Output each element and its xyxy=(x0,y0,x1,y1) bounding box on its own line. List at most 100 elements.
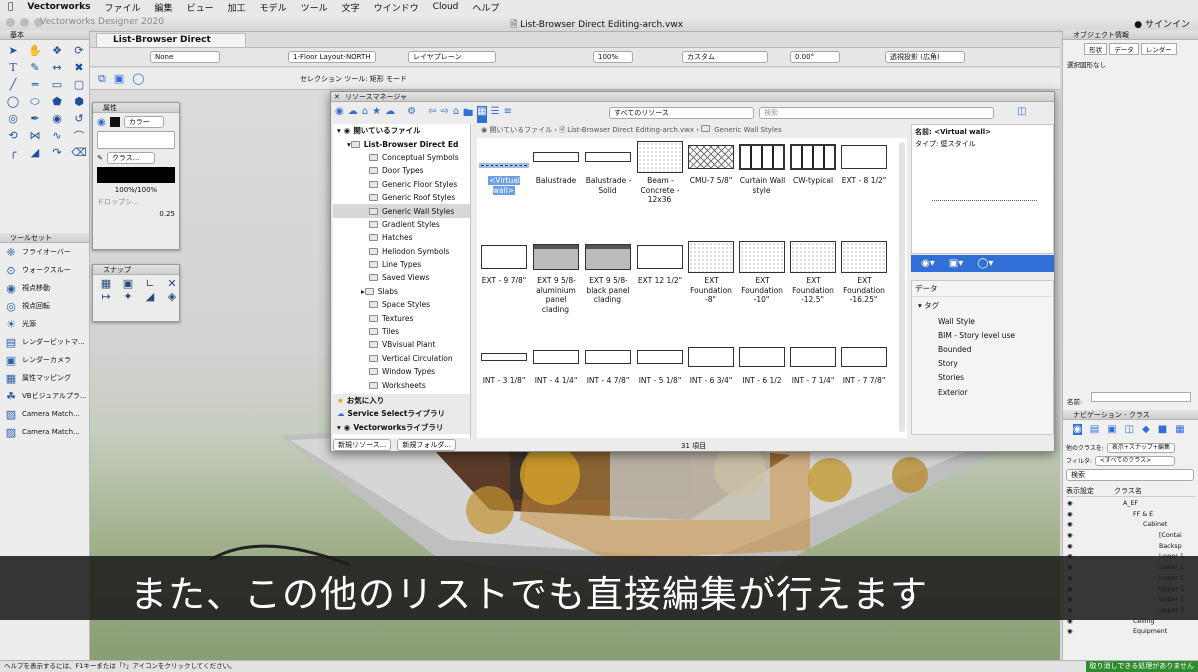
class-row[interactable]: ◉ [Contai xyxy=(1063,532,1198,543)
library-icon[interactable]: ◉ xyxy=(335,106,344,123)
class-row[interactable]: ◉ A_EF xyxy=(1063,500,1198,511)
close-window-button[interactable] xyxy=(6,18,15,27)
resource-item[interactable]: <Virtual wall> xyxy=(479,138,529,195)
grid-scrollbar[interactable] xyxy=(899,142,905,432)
tree-folder[interactable]: Line Types xyxy=(333,258,470,271)
tag-item[interactable]: Bounded xyxy=(912,342,1053,356)
tree-folder[interactable]: Worksheets xyxy=(333,378,470,391)
angle-field[interactable]: 0.00° xyxy=(790,51,840,63)
tree-folder[interactable]: Gradient Styles xyxy=(333,218,470,231)
list-view-icon[interactable]: ☰ xyxy=(491,106,500,123)
menu-view[interactable]: ビュー xyxy=(187,1,214,14)
col-visibility-header[interactable]: 表示設定 xyxy=(1066,486,1094,496)
resource-item[interactable]: INT - 3 1/8" xyxy=(479,338,529,386)
pen-style-dropdown[interactable]: クラス... xyxy=(106,152,155,164)
tag-item[interactable]: Story xyxy=(912,357,1053,371)
tree-folder[interactable]: Generic Roof Styles xyxy=(333,191,470,204)
resource-item[interactable]: INT - 4 1/4" xyxy=(531,338,581,386)
fillet-tool-icon[interactable]: ╭ xyxy=(2,144,24,161)
class-search-input[interactable]: 検索 xyxy=(1066,469,1194,481)
toolset-item[interactable]: ☘ VBビジュアルプラ... xyxy=(0,387,89,405)
tree-folder[interactable]: Space Styles xyxy=(333,298,470,311)
menu-modify[interactable]: 加工 xyxy=(228,1,246,14)
eye-icon[interactable]: ◉ xyxy=(1067,543,1073,550)
rect-mode-icon[interactable]: ▣ xyxy=(114,72,124,86)
tree-folder[interactable]: ▸ Slabs xyxy=(333,285,470,298)
rpolygon-tool-icon[interactable]: ⬢ xyxy=(68,93,90,110)
flyover-tool-icon[interactable]: ❖ xyxy=(46,42,68,59)
oval-tool-icon[interactable]: ⬭ xyxy=(24,93,46,110)
zoom-dropdown[interactable]: 100% xyxy=(593,51,633,63)
breadcrumb-item[interactable]: List-Browser Direct Editing-arch.vwx xyxy=(567,126,694,134)
breadcrumb-item[interactable]: 開いているファイル xyxy=(489,126,552,134)
forward-icon[interactable]: ⇨ xyxy=(440,106,448,123)
toolset-item[interactable]: ▤ レンダービットマ... xyxy=(0,333,89,351)
close-palette-icon[interactable]: ✕ xyxy=(334,92,340,102)
polygon-tool-icon[interactable]: ⬟ xyxy=(46,93,68,110)
new-folder-button[interactable]: 新規フォルダ... xyxy=(397,439,457,451)
callout-tool-icon[interactable]: ✎ xyxy=(24,59,46,76)
tree-favorites[interactable]: ★ お気に入り xyxy=(333,393,470,408)
selection-mode-icon[interactable]: ⧉ xyxy=(98,72,106,86)
document-tab[interactable]: List-Browser Direct Editing-... xyxy=(96,33,246,58)
nav-class-icon[interactable]: ◉ xyxy=(1073,424,1082,435)
tree-folder[interactable]: Generic Wall Styles xyxy=(333,204,470,218)
tree-folder[interactable]: Textures xyxy=(333,311,470,324)
preview-bg-icon[interactable]: ◯▾ xyxy=(977,258,993,269)
eye-icon[interactable]: ◉ xyxy=(1067,628,1073,635)
nav-symbol-icon[interactable]: ■ xyxy=(1158,424,1167,435)
offset-tool-icon[interactable]: ⟲ xyxy=(2,127,24,144)
dimension-tool-icon[interactable]: ↔ xyxy=(46,59,68,76)
eye-icon[interactable]: ◉ xyxy=(1067,532,1073,539)
tab-render[interactable]: レンダー xyxy=(1140,43,1177,55)
tree-folder[interactable]: Heliodon Symbols xyxy=(333,245,470,258)
resource-type-filter[interactable]: すべてのリソース xyxy=(609,107,754,119)
layout-toggle-icon[interactable]: ◫ xyxy=(1017,106,1026,117)
resource-item[interactable]: EXT Foundation -8" xyxy=(686,238,736,305)
home-library-icon[interactable]: ⌂ xyxy=(362,106,368,123)
resource-item[interactable]: EXT Foundation -16.25" xyxy=(839,238,889,305)
menu-window[interactable]: ウインドウ xyxy=(374,1,419,14)
toolset-item[interactable]: ▦ 属性マッピング xyxy=(0,369,89,387)
tree-file[interactable]: ▾ List-Browser Direct Ed xyxy=(333,137,470,150)
snap-point-icon[interactable]: ✦ xyxy=(117,290,139,303)
target-tool-icon[interactable]: ◎ xyxy=(2,110,24,127)
eraser-tool-icon[interactable]: ⌫ xyxy=(68,144,90,161)
snap-tangent-icon[interactable]: ◢ xyxy=(139,290,161,303)
snap-grid-icon[interactable]: ▦ xyxy=(95,277,117,290)
menu-help[interactable]: ヘルプ xyxy=(472,1,499,14)
toolset-item[interactable]: ▨ Camera Match... xyxy=(0,405,89,423)
arc-tool-icon[interactable]: ⌒ xyxy=(68,127,90,144)
opacity-value[interactable]: 100%/100% xyxy=(97,186,175,194)
resource-item[interactable]: Balustrade -Solid xyxy=(583,138,633,195)
tree-view-icon[interactable]: ≡ xyxy=(504,106,512,123)
preview-view-icon[interactable]: ▣▾ xyxy=(949,258,963,269)
app-menu[interactable]: Vectorworks xyxy=(27,2,90,12)
resource-item[interactable]: INT - 7 7/8" xyxy=(839,338,889,386)
rectangle-tool-icon[interactable]: ▭ xyxy=(46,76,68,93)
nav-file-icon[interactable]: ▦ xyxy=(1175,424,1184,435)
resource-item[interactable]: Balustrade xyxy=(531,138,581,186)
resource-search-input[interactable]: 検索 xyxy=(759,107,994,119)
folder-icon[interactable]: 🖿 xyxy=(463,106,473,123)
plane-dropdown[interactable]: レイヤプレーン xyxy=(408,51,496,63)
fill-color-swatch[interactable] xyxy=(109,117,120,127)
preview-render-icon[interactable]: ◉▾ xyxy=(921,258,935,269)
fill-style-dropdown[interactable]: カラー xyxy=(123,116,164,128)
circle-tool-icon[interactable]: ◯ xyxy=(2,93,24,110)
resource-item[interactable]: INT - 6 1/2 xyxy=(737,338,787,386)
resource-item[interactable]: Beam - Concrete - 12x36 xyxy=(635,138,685,205)
tree-folder[interactable]: Vertical Circulation xyxy=(333,352,470,365)
lasso-mode-icon[interactable]: ◯ xyxy=(132,72,144,86)
nav-view-icon[interactable]: ▣ xyxy=(1107,424,1116,435)
snap-intersection-icon[interactable]: ✕ xyxy=(161,277,183,290)
class-dropdown[interactable]: None xyxy=(150,51,220,63)
tree-folder[interactable]: Saved Views xyxy=(333,271,470,284)
favorite-icon[interactable]: ★ xyxy=(372,106,381,123)
resource-item[interactable]: INT - 7 1/4" xyxy=(788,338,838,386)
resource-item[interactable]: Curtain Wall style xyxy=(737,138,787,195)
line-weight-value[interactable]: 0.25 xyxy=(97,210,175,218)
class-row[interactable]: ◉ Equipment xyxy=(1063,628,1198,639)
resource-item[interactable]: INT - 4 7/8" xyxy=(583,338,633,386)
drop-shadow-label[interactable]: ドロップシ... xyxy=(97,197,175,207)
